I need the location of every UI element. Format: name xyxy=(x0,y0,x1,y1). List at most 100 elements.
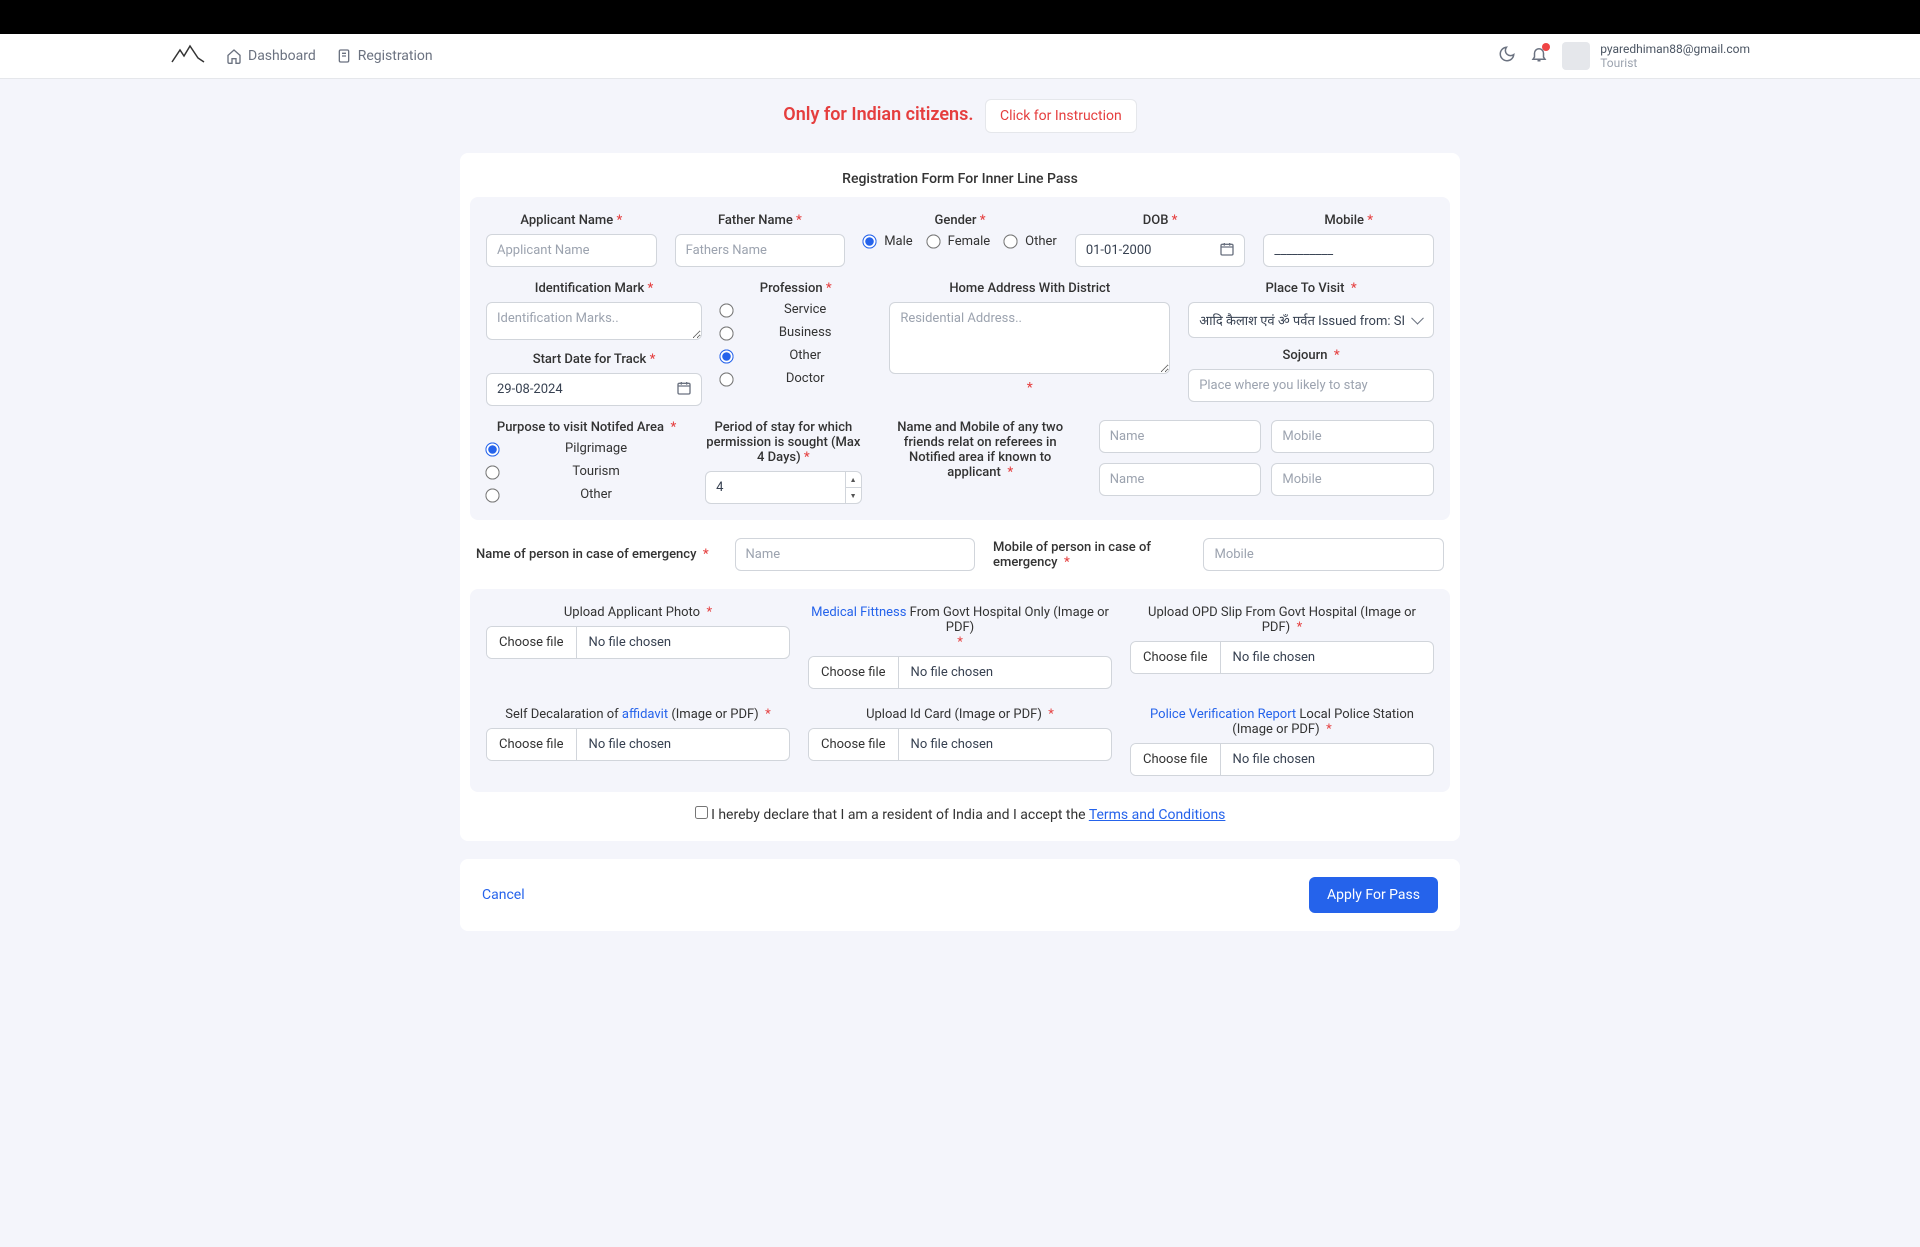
file-police[interactable]: Choose file No file chosen xyxy=(1130,743,1434,776)
file-status-text: No file chosen xyxy=(899,657,1006,688)
nav-dashboard[interactable]: Dashboard xyxy=(226,48,316,64)
profession-other-label: Other xyxy=(739,348,871,363)
file-photo[interactable]: Choose file No file chosen xyxy=(486,626,790,659)
registration-card: Registration Form For Inner Line Pass Ap… xyxy=(460,153,1460,841)
affidavit-link[interactable]: affidavit xyxy=(622,707,668,722)
declaration-row: I hereby declare that I am a resident of… xyxy=(460,792,1460,823)
label-upload-idcard: Upload Id Card (Image or PDF) * xyxy=(808,707,1112,722)
purpose-other-radio[interactable] xyxy=(485,488,499,502)
label-upload-photo: Upload Applicant Photo * xyxy=(486,605,790,620)
purpose-other-label: Other xyxy=(505,487,687,502)
profession-business-radio[interactable] xyxy=(719,326,733,340)
profession-service-label: Service xyxy=(739,302,871,317)
banner: Only for Indian citizens. Click for Inst… xyxy=(460,99,1460,133)
gender-female[interactable]: Female xyxy=(927,234,990,249)
form-section-uploads: Upload Applicant Photo * Choose file No … xyxy=(470,589,1450,792)
form-section-main: Applicant Name * Father Name * Gender * … xyxy=(470,197,1450,520)
dob-input[interactable] xyxy=(1075,234,1246,267)
file-status-text: No file chosen xyxy=(577,627,684,658)
notifications-button[interactable] xyxy=(1530,45,1548,67)
father-name-input[interactable] xyxy=(675,234,846,267)
file-choose-button[interactable]: Choose file xyxy=(809,729,899,760)
label-upload-opd: Upload OPD Slip From Govt Hospital (Imag… xyxy=(1130,605,1434,635)
file-affidavit[interactable]: Choose file No file chosen xyxy=(486,728,790,761)
instruction-button[interactable]: Click for Instruction xyxy=(985,99,1137,133)
banner-text: Only for Indian citizens. xyxy=(783,104,973,125)
purpose-pilgrimage-radio[interactable] xyxy=(485,442,499,456)
label-applicant-name: Applicant Name * xyxy=(486,213,657,228)
file-choose-button[interactable]: Choose file xyxy=(1131,744,1221,775)
declaration-text: I hereby declare that I am a resident of… xyxy=(711,807,1089,823)
file-status-text: No file chosen xyxy=(1221,642,1328,673)
mobile-input[interactable] xyxy=(1263,234,1434,267)
home-address-input[interactable] xyxy=(889,302,1170,374)
apply-button[interactable]: Apply For Pass xyxy=(1309,877,1438,913)
document-icon xyxy=(336,48,352,64)
referee2-mobile-input[interactable] xyxy=(1271,463,1434,496)
label-father-name: Father Name * xyxy=(675,213,846,228)
label-period: Period of stay for which permission is s… xyxy=(705,420,861,465)
label-place-to-visit: Place To Visit * xyxy=(1188,281,1434,296)
app-logo xyxy=(170,44,206,68)
user-role: Tourist xyxy=(1600,56,1750,70)
label-home-address: Home Address With District xyxy=(889,281,1170,296)
referee1-name-input[interactable] xyxy=(1099,420,1262,453)
referee2-name-input[interactable] xyxy=(1099,463,1262,496)
label-sojourn: Sojourn * xyxy=(1188,348,1434,363)
profession-doctor-radio[interactable] xyxy=(719,372,733,386)
label-purpose: Purpose to visit Notifed Area * xyxy=(486,420,687,435)
label-gender: Gender * xyxy=(863,213,1057,228)
label-profession: Profession * xyxy=(720,281,871,296)
app-header: Dashboard Registration pyaredhiman88@gma… xyxy=(0,34,1920,79)
emergency-name-input[interactable] xyxy=(735,538,976,571)
label-emergency-name: Name of person in case of emergency * xyxy=(476,547,717,562)
purpose-tourism-label: Tourism xyxy=(505,464,687,479)
notification-badge xyxy=(1542,43,1550,51)
label-upload-medical: Medical Fittness From Govt Hospital Only… xyxy=(808,605,1112,650)
place-to-visit-select[interactable]: आदि कैलाश एवं ॐ पर्वत Issued from: SI xyxy=(1188,302,1434,338)
gender-male[interactable]: Male xyxy=(863,234,912,249)
user-email: pyaredhiman88@gmail.com xyxy=(1600,42,1750,56)
file-status-text: No file chosen xyxy=(899,729,1006,760)
file-choose-button[interactable]: Choose file xyxy=(809,657,899,688)
period-input[interactable] xyxy=(705,471,861,504)
form-footer: Cancel Apply For Pass xyxy=(460,859,1460,931)
applicant-name-input[interactable] xyxy=(486,234,657,267)
profession-service-radio[interactable] xyxy=(719,303,733,317)
theme-toggle[interactable] xyxy=(1498,45,1516,67)
profession-other-radio[interactable] xyxy=(719,349,733,363)
file-status-text: No file chosen xyxy=(1221,744,1328,775)
file-idcard[interactable]: Choose file No file chosen xyxy=(808,728,1112,761)
gender-other[interactable]: Other xyxy=(1004,234,1057,249)
sojourn-input[interactable] xyxy=(1188,369,1434,402)
terms-link[interactable]: Terms and Conditions xyxy=(1089,807,1226,823)
period-spinner[interactable]: ▲▼ xyxy=(845,472,861,503)
file-choose-button[interactable]: Choose file xyxy=(487,729,577,760)
label-start-date: Start Date for Track * xyxy=(486,352,702,367)
user-menu[interactable]: pyaredhiman88@gmail.com Tourist xyxy=(1562,42,1750,70)
file-opd[interactable]: Choose file No file chosen xyxy=(1130,641,1434,674)
id-mark-input[interactable] xyxy=(486,302,702,340)
file-choose-button[interactable]: Choose file xyxy=(1131,642,1221,673)
file-status-text: No file chosen xyxy=(577,729,684,760)
form-title: Registration Form For Inner Line Pass xyxy=(460,171,1460,187)
file-choose-button[interactable]: Choose file xyxy=(487,627,577,658)
medical-fitness-link[interactable]: Medical Fittness xyxy=(811,605,906,620)
nav-dashboard-label: Dashboard xyxy=(248,48,316,64)
purpose-tourism-radio[interactable] xyxy=(485,465,499,479)
file-medical[interactable]: Choose file No file chosen xyxy=(808,656,1112,689)
label-mobile: Mobile * xyxy=(1263,213,1434,228)
nav-registration[interactable]: Registration xyxy=(336,48,433,64)
label-referees: Name and Mobile of any two friends relat… xyxy=(880,420,1081,480)
police-report-link[interactable]: Police Verification Report xyxy=(1150,707,1296,722)
cancel-button[interactable]: Cancel xyxy=(482,887,525,903)
start-date-input[interactable] xyxy=(486,373,702,406)
label-upload-police: Police Verification Report Local Police … xyxy=(1130,707,1434,737)
declaration-checkbox[interactable] xyxy=(695,806,708,819)
referee1-mobile-input[interactable] xyxy=(1271,420,1434,453)
label-dob: DOB * xyxy=(1075,213,1246,228)
profession-business-label: Business xyxy=(739,325,871,340)
moon-icon xyxy=(1498,45,1516,63)
purpose-pilgrimage-label: Pilgrimage xyxy=(505,441,687,456)
emergency-mobile-input[interactable] xyxy=(1203,538,1444,571)
